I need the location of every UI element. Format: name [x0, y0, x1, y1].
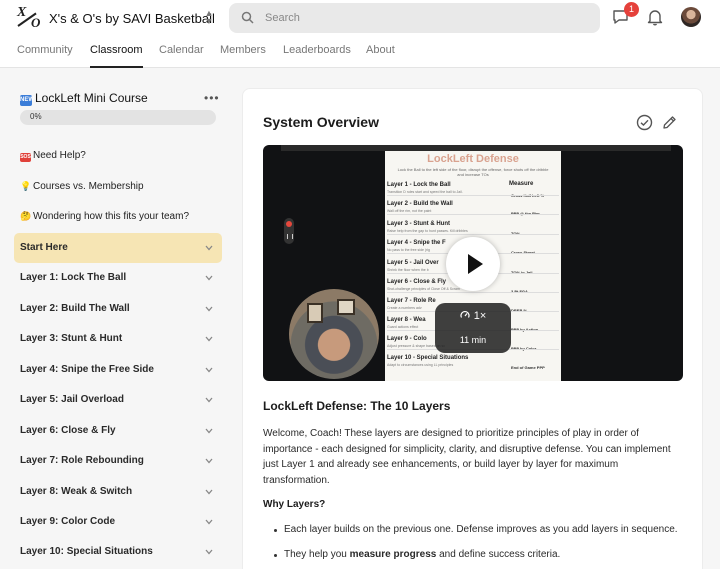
slide-subtitle: Lock the Ball to the left side of the fl…: [397, 167, 549, 177]
tab-classroom[interactable]: Classroom: [90, 44, 143, 68]
chevron-down-icon: [205, 549, 213, 555]
content-heading: LockLeft Defense: The 10 Layers: [263, 399, 451, 413]
section-layer-10[interactable]: Layer 10: Special Situations: [14, 537, 222, 567]
video-duration: 11 min: [459, 335, 487, 345]
group-name[interactable]: X's & O's by SAVI Basketball: [49, 11, 215, 26]
edit-pencil-icon[interactable]: [662, 115, 677, 130]
user-avatar[interactable]: [681, 7, 701, 27]
section-layer-7[interactable]: Layer 7: Role Rebounding: [14, 446, 222, 476]
section-start-here[interactable]: Start Here: [14, 233, 222, 263]
chevron-down-icon: [205, 245, 213, 251]
thinking-face-icon: 🤔: [20, 211, 32, 221]
chevron-down-icon: [205, 275, 213, 281]
top-bar: X O X's & O's by SAVI Basketball ▲▼ 1: [0, 0, 720, 36]
progress-label: 0%: [30, 112, 42, 121]
slide-title: LockLeft Defense: [427, 153, 519, 165]
course-progress-bar: 0%: [20, 110, 216, 125]
courses-vs-membership-link[interactable]: 💡 Courses vs. Membership: [20, 181, 144, 192]
more-options-icon[interactable]: •••: [204, 91, 220, 105]
section-layer-4[interactable]: Layer 4: Snipe the Free Side: [14, 355, 222, 385]
content-subheading: Why Layers?: [263, 499, 326, 510]
chevron-down-icon: [205, 306, 213, 312]
tab-calendar[interactable]: Calendar: [159, 44, 204, 56]
chevron-down-icon: [205, 336, 213, 342]
section-layer-1[interactable]: Layer 1: Lock The Ball: [14, 263, 222, 293]
bell-icon[interactable]: [647, 8, 663, 26]
play-icon[interactable]: [446, 237, 500, 291]
lightbulb-icon: 💡: [20, 181, 32, 191]
list-item: They help you measure progress and defin…: [274, 549, 560, 560]
chevron-down-icon: [205, 458, 213, 464]
search-bar[interactable]: [229, 3, 600, 33]
chevron-down-icon: [205, 519, 213, 525]
search-icon: [241, 11, 254, 24]
video-player[interactable]: LockLeft Defense Lock the Ball to the le…: [263, 145, 683, 381]
tab-about[interactable]: About: [366, 44, 395, 56]
team-fit-link[interactable]: 🤔 Wondering how this fits your team?: [20, 211, 189, 222]
group-logo[interactable]: X O: [17, 5, 43, 31]
chevron-down-icon: [205, 489, 213, 495]
tab-members[interactable]: Members: [220, 44, 266, 56]
lesson-title: System Overview: [263, 114, 379, 130]
mark-complete-icon[interactable]: [636, 114, 653, 131]
section-layer-5[interactable]: Layer 5: Jail Overload: [14, 385, 222, 415]
section-layer-9[interactable]: Layer 9: Color Code: [14, 507, 222, 537]
section-layer-6[interactable]: Layer 6: Close & Fly: [14, 416, 222, 446]
new-badge-icon: NEW: [20, 95, 34, 106]
chevron-down-icon: [205, 367, 213, 373]
playback-speed: 1×: [473, 310, 487, 322]
playback-speed-control[interactable]: 1× 11 min: [435, 303, 511, 353]
tab-community[interactable]: Community: [17, 44, 73, 56]
section-layer-8[interactable]: Layer 8: Weak & Switch: [14, 477, 222, 507]
chevron-down-icon: [205, 428, 213, 434]
tab-leaderboards[interactable]: Leaderboards: [283, 44, 351, 56]
section-layer-3[interactable]: Layer 3: Stunt & Hunt: [14, 324, 222, 354]
section-layer-2[interactable]: Layer 2: Build The Wall: [14, 294, 222, 324]
content-paragraph: Welcome, Coach! These layers are designe…: [263, 428, 671, 486]
group-switcher-icon[interactable]: ▲ ▼: [202, 9, 216, 27]
measure-header: Measure: [509, 181, 534, 187]
chevron-down-icon: [205, 397, 213, 403]
recording-indicator-icon: [284, 218, 294, 244]
sos-icon: SOS: [20, 153, 31, 162]
speed-gauge-icon: [460, 310, 470, 318]
nav-tabs: Community Classroom Calendar Members Lea…: [0, 36, 720, 68]
notification-badge: 1: [624, 2, 639, 17]
need-help-link[interactable]: SOS Need Help?: [20, 150, 86, 162]
presenter-webcam: [289, 289, 379, 379]
search-input[interactable]: [265, 9, 585, 27]
course-title: NEWLockLeft Mini Course: [20, 91, 148, 106]
list-item: Each layer builds on the previous one. D…: [274, 524, 678, 535]
